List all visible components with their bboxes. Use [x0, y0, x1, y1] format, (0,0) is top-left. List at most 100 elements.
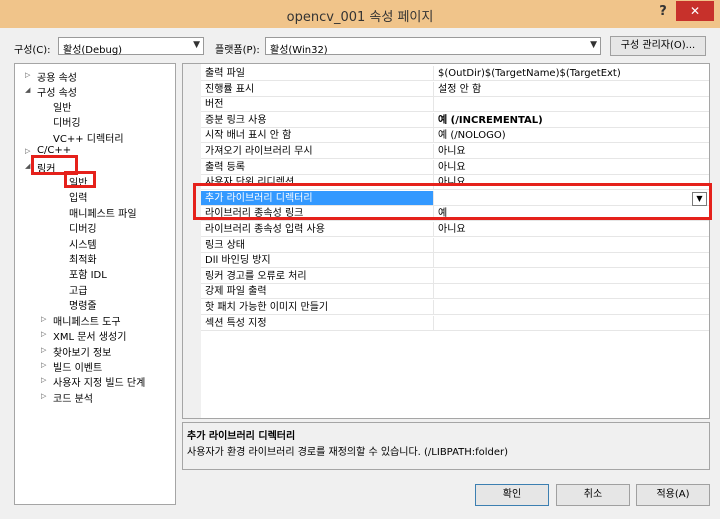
description-pane: 추가 라이브러리 디렉터리 사용자가 환경 라이브러리 경로를 재정의할 수 있… — [182, 422, 710, 470]
property-name: 출력 파일 — [201, 66, 434, 81]
platform-select[interactable]: 활성(Win32) ▼ — [265, 37, 601, 56]
expand-arrow-icon[interactable]: ▷ — [41, 361, 46, 369]
tree-item[interactable]: 명령줄 — [69, 297, 97, 312]
expand-arrow-icon[interactable]: ▷ — [41, 392, 46, 400]
tree-item[interactable]: 일반 — [69, 174, 87, 189]
tree-item[interactable]: 포함 IDL — [69, 266, 107, 281]
title-bar: opencv_001 속성 페이지 ? ✕ — [0, 0, 720, 28]
property-value[interactable]: 예 (/INCREMENTAL) — [434, 113, 709, 128]
tree-item[interactable]: C/C++ — [37, 145, 71, 156]
grid-gutter — [183, 64, 201, 418]
expand-arrow-icon[interactable]: ▷ — [25, 147, 30, 155]
tree-item[interactable]: 매니페스트 파일 — [69, 205, 137, 220]
collapse-arrow-icon[interactable]: ◢ — [25, 86, 30, 94]
property-row[interactable]: 섹션 특성 지정 — [201, 315, 709, 332]
property-row[interactable]: 가져오기 라이브러리 무시 아니요 — [201, 144, 709, 160]
property-name: 출력 등록 — [201, 159, 434, 175]
expand-arrow-icon[interactable]: ▷ — [41, 346, 46, 354]
tree-item[interactable]: 빌드 이벤트 — [53, 359, 102, 374]
description-text: 사용자가 환경 라이브러리 경로를 재정의할 수 있습니다. (/LIBPATH… — [187, 447, 509, 458]
property-name: Dll 바인딩 방지 — [201, 253, 434, 269]
property-row[interactable]: 진행률 표시 설정 안 함 — [201, 81, 709, 98]
property-value[interactable]: 예 (/NOLOGO) — [434, 128, 709, 144]
property-value[interactable]: 아니요 — [434, 144, 709, 159]
property-name: 시작 배너 표시 안 함 — [201, 128, 434, 144]
property-value[interactable] — [434, 253, 709, 269]
config-toolbar: 구성(C): 활성(Debug) ▼ 플랫폼(P): 활성(Win32) ▼ 구… — [0, 36, 720, 57]
property-value[interactable]: $(OutDir)$(TargetName)$(TargetExt) — [434, 66, 709, 81]
expand-arrow-icon[interactable]: ▷ — [41, 376, 46, 384]
property-grid[interactable]: 출력 파일 $(OutDir)$(TargetName)$(TargetExt) 진… — [182, 63, 710, 419]
property-row[interactable]: Dll 바인딩 방지 — [201, 253, 709, 269]
tree-item[interactable]: 일반 — [53, 99, 71, 114]
property-value[interactable] — [434, 97, 709, 113]
platform-select-value: 활성(Win32) — [270, 45, 328, 56]
property-row[interactable]: 라이브러리 종속성 링크 예 — [201, 206, 709, 222]
property-row[interactable]: 사용자 단위 리디렉션 아니요 — [201, 175, 709, 191]
tree-item[interactable]: 사용자 지정 빌드 단계 — [53, 374, 145, 389]
config-manager-button[interactable]: 구성 관리자(O)... — [610, 36, 706, 56]
property-name: 링커 경고를 오류로 처리 — [201, 268, 434, 284]
property-row[interactable]: 출력 파일 $(OutDir)$(TargetName)$(TargetExt) — [201, 66, 709, 82]
expand-arrow-icon[interactable]: ▷ — [25, 71, 30, 79]
config-select-value: 활성(Debug) — [63, 45, 123, 56]
property-row[interactable]: 링커 경고를 오류로 처리 — [201, 268, 709, 285]
window-title: opencv_001 속성 페이지 — [286, 10, 434, 25]
tree-item[interactable]: 입력 — [69, 189, 87, 204]
tree-item[interactable]: 찾아보기 정보 — [53, 344, 111, 359]
property-value[interactable] — [434, 300, 709, 315]
tree-item[interactable]: 링커 — [37, 160, 55, 175]
tree-item[interactable]: VC++ 디렉터리 — [53, 130, 124, 145]
property-value[interactable]: 아니요 — [434, 175, 709, 191]
property-row[interactable]: 증분 링크 사용 예 (/INCREMENTAL) — [201, 112, 709, 129]
property-row[interactable]: 출력 등록 아니요 — [201, 159, 709, 176]
property-value[interactable]: 아니요 — [434, 160, 709, 175]
tree-item[interactable]: 시스템 — [69, 236, 97, 251]
cancel-button[interactable]: 취소 — [556, 484, 630, 506]
property-name: 강제 파일 출력 — [201, 284, 434, 300]
property-row[interactable]: 버전 — [201, 97, 709, 113]
expand-arrow-icon[interactable]: ▷ — [41, 330, 46, 338]
close-button[interactable]: ✕ — [676, 1, 714, 21]
property-name: 버전 — [201, 97, 434, 113]
config-select[interactable]: 활성(Debug) ▼ — [58, 37, 204, 56]
property-value[interactable] — [434, 316, 709, 331]
tree-item[interactable]: 구성 속성 — [37, 84, 77, 99]
property-value[interactable] — [434, 238, 709, 253]
apply-button[interactable]: 적용(A) — [636, 484, 710, 506]
tree-item[interactable]: 코드 분석 — [53, 390, 93, 405]
property-row[interactable]: 링크 상태 — [201, 237, 709, 254]
platform-label: 플랫폼(P): — [215, 45, 260, 56]
property-row[interactable]: 강제 파일 출력 — [201, 284, 709, 300]
collapse-arrow-icon[interactable]: ◢ — [25, 162, 30, 170]
property-name: 라이브러리 종속성 링크 — [201, 206, 434, 222]
property-tree[interactable]: ▷ 공용 속성 ◢ 구성 속성 일반 디버깅 VC++ 디렉터리 ▷ C/C++ ◢ 링커 일반 입력 매… — [14, 63, 176, 505]
tree-item[interactable]: XML 문서 생성기 — [53, 328, 126, 343]
property-value[interactable]: 설정 안 함 — [434, 82, 709, 97]
chevron-down-icon: ▼ — [590, 40, 597, 50]
property-name: 추가 라이브러리 디렉터리 — [201, 190, 434, 206]
tree-item[interactable]: 공용 속성 — [37, 69, 77, 84]
property-name: 사용자 단위 리디렉션 — [201, 175, 434, 191]
help-button[interactable]: ? — [654, 4, 672, 22]
property-value[interactable] — [434, 190, 709, 206]
tree-item[interactable]: 최적화 — [69, 251, 97, 266]
tree-item[interactable]: 디버깅 — [69, 220, 97, 235]
tree-item[interactable]: 고급 — [69, 282, 87, 297]
chevron-down-icon[interactable]: ▼ — [692, 191, 707, 206]
ok-button[interactable]: 확인 — [475, 484, 549, 506]
property-row[interactable]: 추가 라이브러리 디렉터리 ▼ — [201, 190, 709, 207]
expand-arrow-icon[interactable]: ▷ — [41, 315, 46, 323]
chevron-down-icon: ▼ — [193, 40, 200, 50]
tree-item[interactable]: 매니페스트 도구 — [53, 313, 121, 328]
property-name: 링크 상태 — [201, 237, 434, 253]
property-value[interactable]: 아니요 — [434, 222, 709, 237]
property-value[interactable] — [434, 269, 709, 284]
property-row[interactable]: 라이브러리 종속성 입력 사용 아니요 — [201, 222, 709, 238]
tree-item[interactable]: 디버깅 — [53, 114, 81, 129]
property-value[interactable] — [434, 284, 709, 300]
property-value[interactable]: 예 — [434, 206, 709, 222]
property-name: 증분 링크 사용 — [201, 112, 434, 128]
property-row[interactable]: 시작 배너 표시 안 함예 (/NOLOGO) — [201, 128, 709, 144]
property-row[interactable]: 핫 패치 가능한 이미지 만들기 — [201, 300, 709, 316]
